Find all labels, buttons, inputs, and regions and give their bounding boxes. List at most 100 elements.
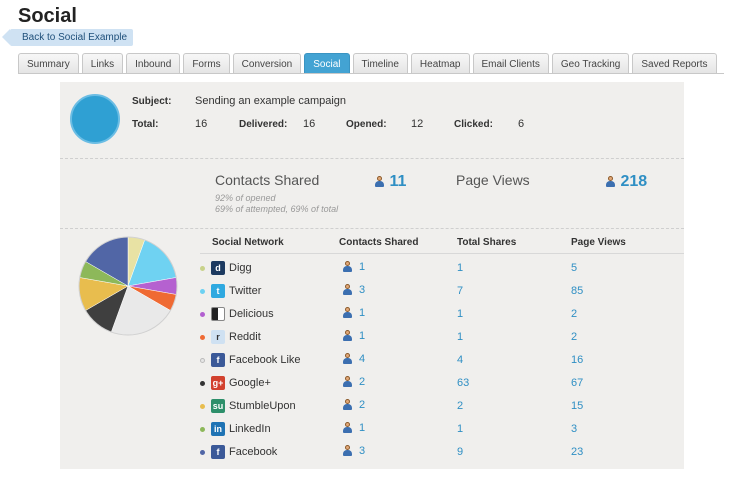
- contacts-shared-count[interactable]: 1: [359, 307, 365, 319]
- table-row: in LinkedIn 1 1 3: [60, 419, 684, 442]
- legend-dot: [200, 381, 205, 386]
- tabs-baseline: [18, 73, 724, 74]
- campaign-avatar: [70, 94, 120, 144]
- opened-value: 12: [411, 118, 424, 130]
- person-icon: [342, 330, 353, 342]
- person-icon: [342, 353, 353, 365]
- contacts-shared-cell[interactable]: 4: [342, 353, 365, 365]
- page-views-cell[interactable]: 23: [571, 446, 583, 458]
- contacts-shared-count[interactable]: 1: [359, 330, 365, 342]
- delivered-value: 16: [303, 118, 316, 130]
- contacts-shared-label: Contacts Shared: [215, 172, 320, 188]
- page-views-cell[interactable]: 3: [571, 423, 577, 435]
- linkedin-icon: in: [211, 422, 225, 436]
- table-row: su StumbleUpon 2 2 15: [60, 396, 684, 419]
- total-shares-cell[interactable]: 9: [457, 446, 463, 458]
- page-views-cell[interactable]: 15: [571, 400, 583, 412]
- contacts-shared-count[interactable]: 1: [359, 422, 365, 434]
- delicious-icon: [211, 307, 225, 321]
- total-shares-cell[interactable]: 4: [457, 354, 463, 366]
- person-icon: [374, 175, 385, 188]
- contacts-shared-value: 11: [389, 173, 407, 190]
- note-attempted: 69% of attempted, 69% of total: [215, 204, 339, 214]
- contacts-shared-count[interactable]: 4: [359, 353, 365, 365]
- person-icon: [342, 445, 353, 457]
- header-total-shares: Total Shares: [457, 237, 517, 248]
- stumbleupon-icon: su: [211, 399, 225, 413]
- page-views-cell[interactable]: 5: [571, 262, 577, 274]
- page-views-cell[interactable]: 85: [571, 285, 583, 297]
- contacts-shared-cell[interactable]: 1: [342, 422, 365, 434]
- clicked-value: 6: [518, 118, 525, 130]
- network-name[interactable]: LinkedIn: [229, 423, 271, 435]
- contacts-shared-cell[interactable]: 1: [342, 330, 365, 342]
- tab-timeline[interactable]: Timeline: [352, 53, 408, 74]
- network-name[interactable]: Facebook Like: [229, 354, 301, 366]
- total-label: Total:: [132, 119, 159, 130]
- table-row: Delicious 1 1 2: [60, 304, 684, 327]
- tab-forms[interactable]: Forms: [183, 53, 230, 74]
- tab-social[interactable]: Social: [304, 53, 350, 74]
- contacts-shared-cell[interactable]: 3: [342, 284, 365, 296]
- opened-label: Opened:: [346, 119, 387, 130]
- page-views-cell[interactable]: 2: [571, 331, 577, 343]
- tab-heatmap[interactable]: Heatmap: [410, 53, 470, 74]
- tab-email-clients[interactable]: Email Clients: [472, 53, 549, 74]
- network-name[interactable]: Google+: [229, 377, 271, 389]
- total-shares-cell[interactable]: 1: [457, 423, 463, 435]
- contacts-shared-count[interactable]: 3: [359, 445, 365, 457]
- contacts-shared-cell[interactable]: 3: [342, 445, 365, 457]
- tab-geo-tracking[interactable]: Geo Tracking: [551, 53, 630, 74]
- digg-icon: d: [211, 261, 225, 275]
- network-name[interactable]: Twitter: [229, 285, 261, 297]
- page-views-total: 218: [605, 173, 647, 191]
- contacts-shared-count[interactable]: 3: [359, 284, 365, 296]
- person-icon: [605, 175, 616, 188]
- table-row: f Facebook Like 4 4 16: [60, 350, 684, 373]
- facebook-icon: f: [211, 445, 225, 459]
- facebook-like-icon: f: [211, 353, 225, 367]
- contacts-shared-cell[interactable]: 1: [342, 261, 365, 273]
- total-shares-cell[interactable]: 2: [457, 400, 463, 412]
- total-shares-cell[interactable]: 7: [457, 285, 463, 297]
- legend-dot: [200, 312, 205, 317]
- person-icon: [342, 376, 353, 388]
- network-name[interactable]: Delicious: [229, 308, 274, 320]
- reddit-icon: r: [211, 330, 225, 344]
- google-plus-icon: g+: [211, 376, 225, 390]
- summary-divider: [60, 158, 684, 159]
- contacts-shared-cell[interactable]: 2: [342, 376, 365, 388]
- tab-summary[interactable]: Summary: [18, 53, 79, 74]
- clicked-label: Clicked:: [454, 119, 493, 130]
- page-views-cell[interactable]: 2: [571, 308, 577, 320]
- contacts-shared-count[interactable]: 2: [359, 376, 365, 388]
- total-shares-cell[interactable]: 1: [457, 262, 463, 274]
- tab-conversion[interactable]: Conversion: [232, 53, 302, 74]
- person-icon: [342, 422, 353, 434]
- total-shares-cell[interactable]: 1: [457, 308, 463, 320]
- page-views-cell[interactable]: 67: [571, 377, 583, 389]
- delivered-label: Delivered:: [239, 119, 288, 130]
- legend-dot: [200, 404, 205, 409]
- header-contacts-shared: Contacts Shared: [339, 237, 419, 248]
- network-name[interactable]: Digg: [229, 262, 252, 274]
- total-shares-cell[interactable]: 63: [457, 377, 469, 389]
- tab-saved-reports[interactable]: Saved Reports: [632, 53, 717, 74]
- contacts-shared-count[interactable]: 1: [359, 261, 365, 273]
- network-name[interactable]: StumbleUpon: [229, 400, 296, 412]
- page-views-cell[interactable]: 16: [571, 354, 583, 366]
- network-name[interactable]: Reddit: [229, 331, 261, 343]
- contacts-shared-cell[interactable]: 1: [342, 307, 365, 319]
- table-row: r Reddit 1 1 2: [60, 327, 684, 350]
- back-to-social-example-link[interactable]: Back to Social Example: [1, 29, 134, 46]
- network-name[interactable]: Facebook: [229, 446, 277, 458]
- report-tabs: Summary Links Inbound Forms Conversion Social…: [18, 53, 720, 74]
- tab-links[interactable]: Links: [81, 53, 124, 74]
- table-row: g+ Google+ 2 63 67: [60, 373, 684, 396]
- legend-dot: [200, 266, 205, 271]
- contacts-shared-count[interactable]: 2: [359, 399, 365, 411]
- contacts-shared-cell[interactable]: 2: [342, 399, 365, 411]
- total-shares-cell[interactable]: 1: [457, 331, 463, 343]
- legend-dot: [200, 427, 205, 432]
- tab-inbound[interactable]: Inbound: [126, 53, 181, 74]
